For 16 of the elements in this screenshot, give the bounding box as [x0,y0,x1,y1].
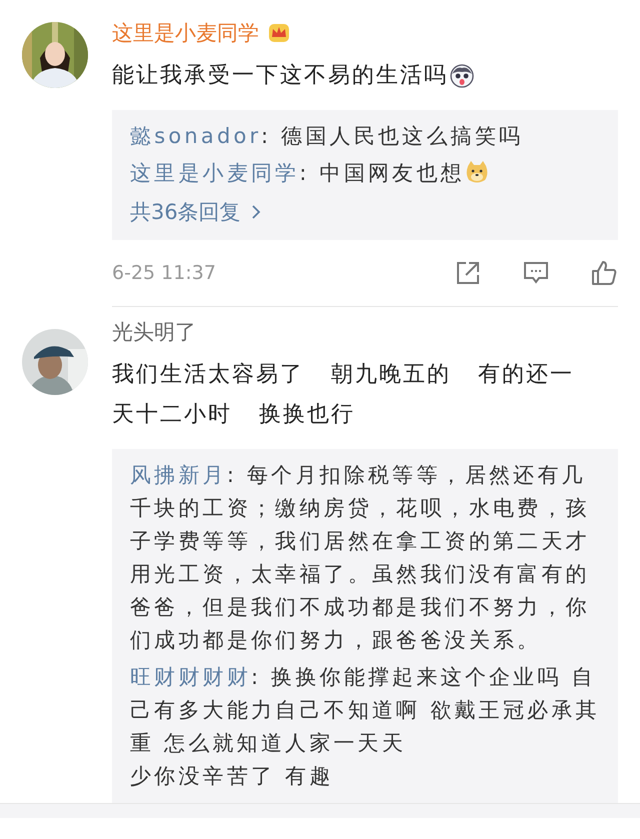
comment-text: 我们生活太容易了 朝九晚五的 有的还一天十二小时 换换也行 [112,361,575,429]
share-icon[interactable] [454,259,482,287]
reply-text: 懿sonador: 德国人民也这么搞笑吗 [130,123,524,150]
like-icon[interactable] [590,259,618,287]
reply-text: 旺财财财财: 换换你能撑起来这个企业吗 自己有多大能力自己不知道啊 欲戴王冠必承其重 怎么就知道人家一天天 少你没辛苦了 有趣 [130,664,601,790]
reply-text: 风拂新月: 每个月扣除税等等，居然还有几千块的工资；缴纳房贷，花呗，水电费，孩子学费等等，我们居然在拿工资的第二天才用光工资，太幸福了。虽然我们没有富有的爸爸，但是我们不成功都是我们不努力，你们成功都是你们努力，跟爸爸没关系。 [130,462,591,654]
timestamp: 6-25 11:37 [112,262,217,284]
crown-icon [267,22,291,44]
dog-emoji-icon [464,160,489,184]
more-replies-link[interactable]: 共36条回复 [130,194,608,230]
user-name[interactable]: 这里是小麦同学 [112,19,259,47]
user-name[interactable]: 光头明了 [112,318,196,346]
chevron-icon [250,204,261,220]
dog-emoji-icon [450,64,474,88]
comment-text: 能让我承受一下这不易的生活吗 [112,62,448,90]
reply-text: 这里是小麦同学: 中国网友也想 [130,157,608,190]
